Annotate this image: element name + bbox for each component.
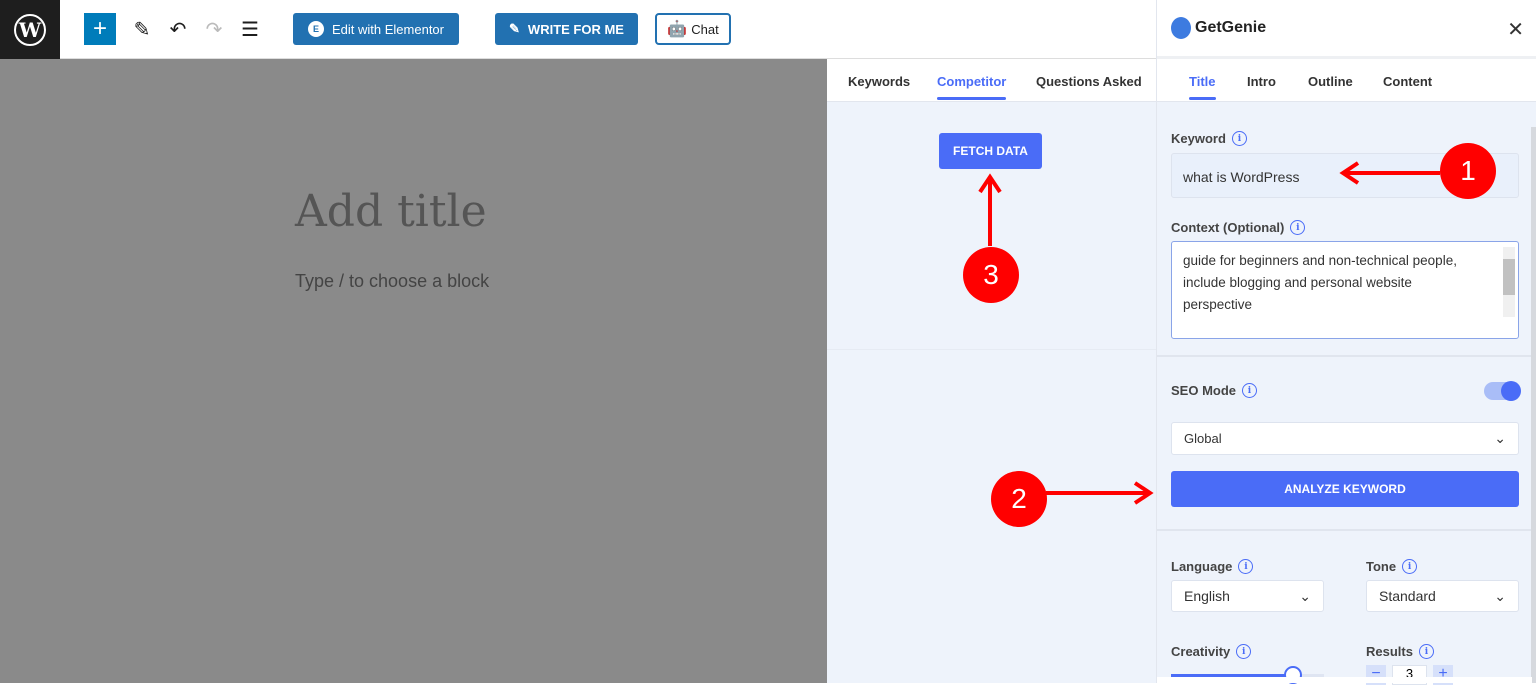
annotation-badge-2: 2 — [991, 471, 1047, 527]
annotation-badge-3: 3 — [963, 247, 1019, 303]
annotation-arrows — [978, 161, 1440, 505]
annotation-badge-1: 1 — [1440, 143, 1496, 199]
